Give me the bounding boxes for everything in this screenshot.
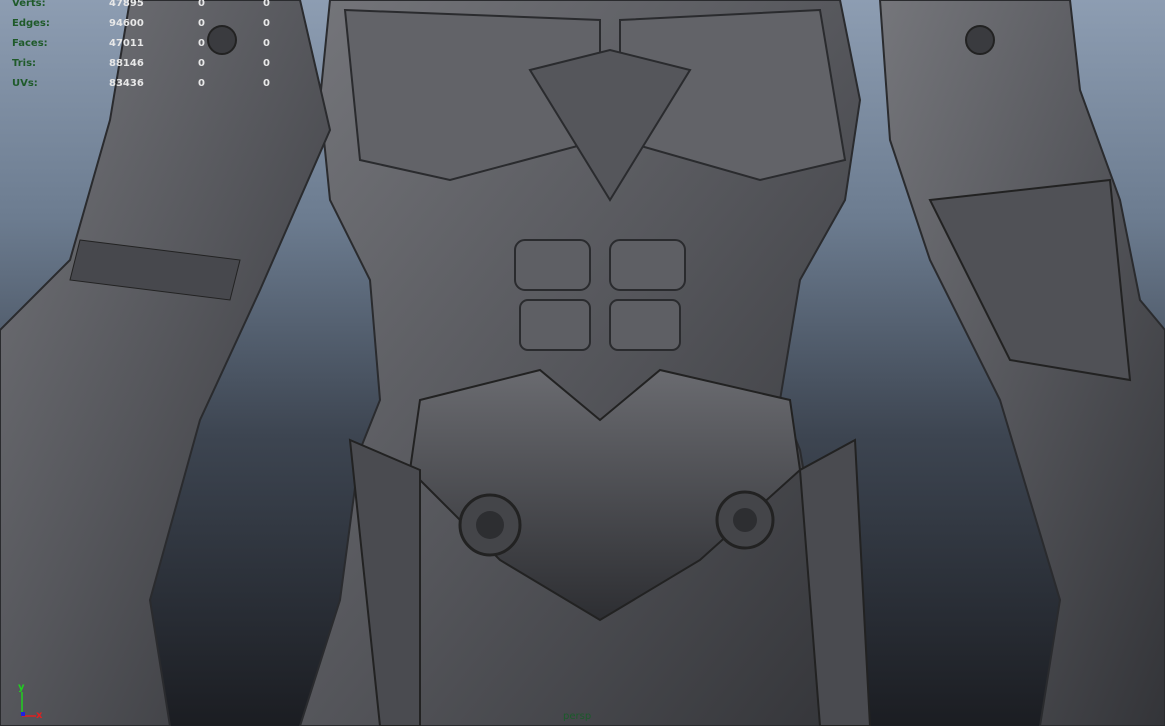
hud-row-uvs: UVs: 83436 0 0 (12, 78, 272, 92)
hud-component: 0 (263, 78, 270, 89)
hud-component: 0 (263, 18, 270, 29)
camera-name-label: persp (563, 711, 592, 722)
hud-selected: 0 (198, 0, 205, 9)
hud-selected: 0 (198, 78, 205, 89)
hud-component: 0 (263, 38, 270, 49)
hud-value: 47011 (109, 38, 144, 49)
hud-row-verts: Verts: 47895 0 0 (12, 0, 272, 12)
hud-value: 83436 (109, 78, 144, 89)
hud-selected: 0 (198, 18, 205, 29)
axis-y-label: y (18, 682, 25, 693)
hud-value: 88146 (109, 58, 144, 69)
hud-label: UVs: (12, 78, 38, 89)
hud-label: Verts: (12, 0, 46, 9)
hud-component: 0 (263, 0, 270, 9)
hud-value: 94600 (109, 18, 144, 29)
hud-component: 0 (263, 58, 270, 69)
hud-selected: 0 (198, 38, 205, 49)
armor-model (0, 0, 1165, 726)
view-axis-icon: y x (18, 682, 43, 720)
hud-row-faces: Faces: 47011 0 0 (12, 38, 272, 52)
3d-viewport[interactable] (0, 0, 1165, 726)
hud-label: Tris: (12, 58, 37, 69)
hud-row-edges: Edges: 94600 0 0 (12, 18, 272, 32)
hud-value: 47895 (109, 0, 144, 9)
hud-label: Edges: (12, 18, 50, 29)
hud-label: Faces: (12, 38, 48, 49)
hud-selected: 0 (198, 58, 205, 69)
axis-x-label: x (36, 710, 43, 720)
hud-row-tris: Tris: 88146 0 0 (12, 58, 272, 72)
